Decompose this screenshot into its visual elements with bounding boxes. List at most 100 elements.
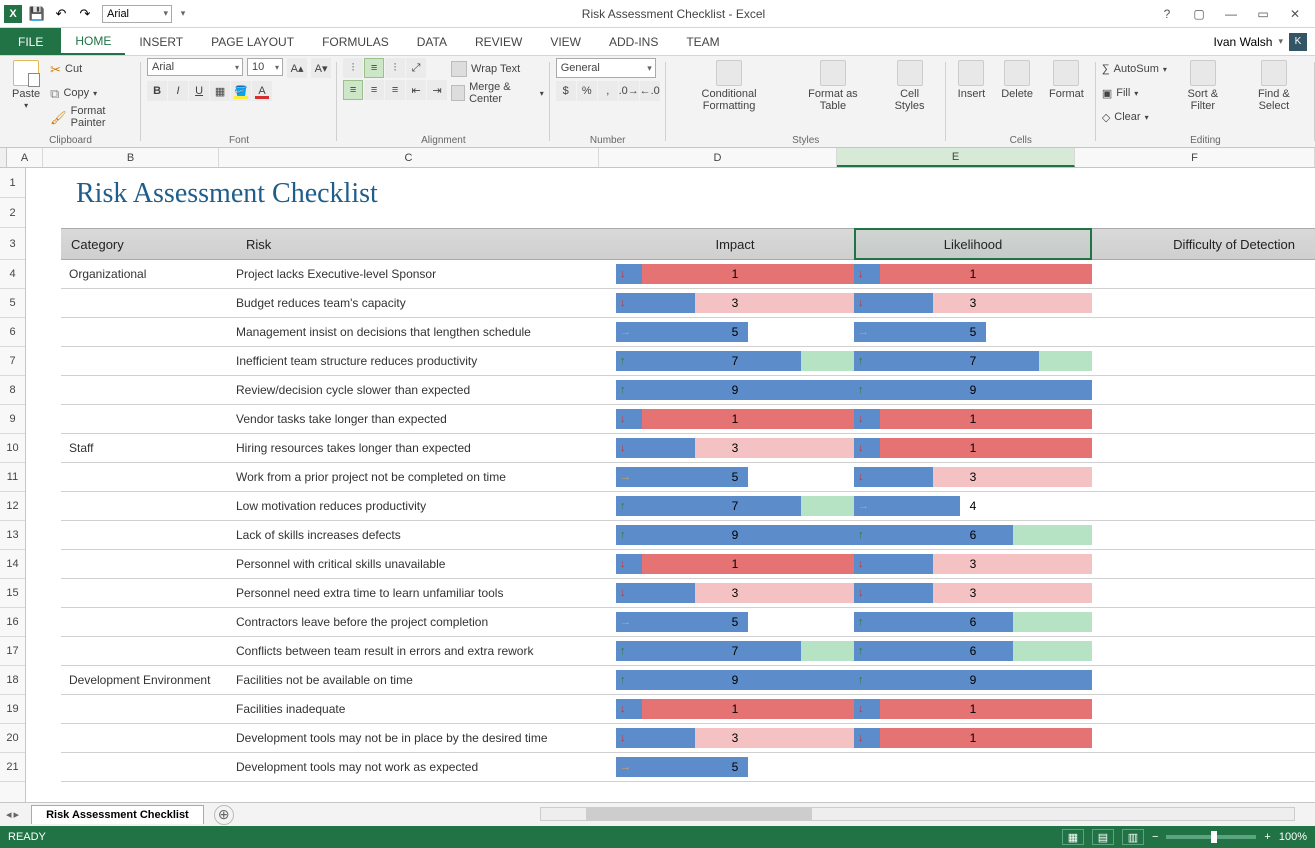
row-header-2[interactable]: 2 xyxy=(0,198,25,228)
clear-button[interactable]: ◇Clear▾ xyxy=(1102,106,1167,128)
cell-risk[interactable]: Inefficient team structure reduces produ… xyxy=(236,354,616,368)
cell-impact[interactable]: ↓3 xyxy=(616,583,854,603)
cell-likelihood[interactable]: ↑7 xyxy=(854,351,1092,371)
table-row[interactable]: Conflicts between team result in errors … xyxy=(61,637,1315,666)
cell-impact[interactable]: →5 xyxy=(616,612,854,632)
cell-impact[interactable]: ↑7 xyxy=(616,496,854,516)
cell-risk[interactable]: Personnel need extra time to learn unfam… xyxy=(236,586,616,600)
cell-impact[interactable]: ↑7 xyxy=(616,641,854,661)
cell-risk[interactable]: Work from a prior project not be complet… xyxy=(236,470,616,484)
tab-view[interactable]: VIEW xyxy=(536,28,595,55)
cell-risk[interactable]: Review/decision cycle slower than expect… xyxy=(236,383,616,397)
table-row[interactable]: OrganizationalProject lacks Executive-le… xyxy=(61,260,1315,289)
table-row[interactable]: Lack of skills increases defects↑9↑6 xyxy=(61,521,1315,550)
cell-likelihood[interactable]: ↓1 xyxy=(854,264,1092,284)
cell-risk[interactable]: Facilities inadequate xyxy=(236,702,616,716)
tab-insert[interactable]: INSERT xyxy=(125,28,197,55)
cell-risk[interactable]: Development tools may not work as expect… xyxy=(236,760,616,774)
cell-likelihood[interactable]: ↓3 xyxy=(854,554,1092,574)
cell-risk[interactable]: Personnel with critical skills unavailab… xyxy=(236,557,616,571)
table-row[interactable]: Facilities inadequate↓1↓1 xyxy=(61,695,1315,724)
cell-likelihood[interactable]: ↑6 xyxy=(854,612,1092,632)
table-row[interactable]: Vendor tasks take longer than expected↓1… xyxy=(61,405,1315,434)
column-header-C[interactable]: C xyxy=(219,148,599,167)
zoom-out-icon[interactable]: − xyxy=(1152,831,1158,843)
row-header-11[interactable]: 11 xyxy=(0,463,25,492)
tab-file[interactable]: FILE xyxy=(0,28,61,55)
cell-impact[interactable]: →5 xyxy=(616,467,854,487)
cell-likelihood[interactable]: →5 xyxy=(854,322,1092,342)
conditional-formatting-button[interactable]: Conditional Formatting xyxy=(672,58,787,114)
cell-category[interactable]: Development Environment xyxy=(61,673,236,687)
new-sheet-button[interactable]: ⊕ xyxy=(214,805,234,825)
cell-impact[interactable]: ↓3 xyxy=(616,438,854,458)
redo-icon[interactable]: ↷ xyxy=(74,3,96,25)
increase-decimal-icon[interactable]: .0→ xyxy=(619,81,639,101)
page-layout-view-icon[interactable]: ▤ xyxy=(1092,829,1114,845)
row-header-13[interactable]: 13 xyxy=(0,521,25,550)
cell-risk[interactable]: Project lacks Executive-level Sponsor xyxy=(236,267,616,281)
cell-risk[interactable]: Budget reduces team's capacity xyxy=(236,296,616,310)
fill-button[interactable]: ▣Fill▾ xyxy=(1102,82,1167,104)
tab-formulas[interactable]: FORMULAS xyxy=(308,28,403,55)
table-row[interactable]: Inefficient team structure reduces produ… xyxy=(61,347,1315,376)
tab-review[interactable]: REVIEW xyxy=(461,28,536,55)
row-header-8[interactable]: 8 xyxy=(0,376,25,405)
help-icon[interactable]: ? xyxy=(1153,3,1181,25)
cell-risk[interactable]: Development tools may not be in place by… xyxy=(236,731,616,745)
tab-addins[interactable]: ADD-INS xyxy=(595,28,672,55)
table-row[interactable]: StaffHiring resources takes longer than … xyxy=(61,434,1315,463)
cell-styles-button[interactable]: Cell Styles xyxy=(879,58,939,114)
row-header-17[interactable]: 17 xyxy=(0,637,25,666)
align-middle-icon[interactable]: ≡ xyxy=(364,58,384,78)
row-header-15[interactable]: 15 xyxy=(0,579,25,608)
comma-icon[interactable]: , xyxy=(598,81,618,101)
align-left-icon[interactable]: ≡ xyxy=(343,80,363,100)
table-row[interactable]: Personnel with critical skills unavailab… xyxy=(61,550,1315,579)
normal-view-icon[interactable]: ▦ xyxy=(1062,829,1084,845)
worksheet-grid[interactable]: 1 2 3 456789101112131415161718192021 Ris… xyxy=(0,168,1315,802)
decrease-decimal-icon[interactable]: ←.0 xyxy=(640,81,660,101)
cell-category[interactable]: Staff xyxy=(61,441,236,455)
cell-likelihood[interactable]: ↓1 xyxy=(854,409,1092,429)
row-header-21[interactable]: 21 xyxy=(0,753,25,782)
number-format-combo[interactable]: General xyxy=(556,58,656,78)
table-row[interactable]: Low motivation reduces productivity↑7→4 xyxy=(61,492,1315,521)
zoom-level[interactable]: 100% xyxy=(1279,831,1307,843)
delete-cells-button[interactable]: Delete xyxy=(995,58,1039,102)
format-painter-button[interactable]: 🖌Format Painter xyxy=(50,106,135,128)
tab-home[interactable]: HOME xyxy=(61,28,125,55)
row-header-20[interactable]: 20 xyxy=(0,724,25,753)
align-bottom-icon[interactable]: ⫶ xyxy=(385,58,405,78)
font-size-combo[interactable]: 10 xyxy=(247,58,283,76)
fill-color-button[interactable]: 🪣 xyxy=(231,81,251,101)
row-header-16[interactable]: 16 xyxy=(0,608,25,637)
format-cells-button[interactable]: Format xyxy=(1043,58,1090,102)
sheet-tab-active[interactable]: Risk Assessment Checklist xyxy=(31,805,204,824)
page-break-view-icon[interactable]: ▥ xyxy=(1122,829,1144,845)
qat-font-combo[interactable]: Arial xyxy=(102,5,172,23)
close-icon[interactable]: ✕ xyxy=(1281,3,1309,25)
table-row[interactable]: Development tools may not be in place by… xyxy=(61,724,1315,753)
table-row[interactable]: Management insist on decisions that leng… xyxy=(61,318,1315,347)
row-header-9[interactable]: 9 xyxy=(0,405,25,434)
cell-impact[interactable]: ↑7 xyxy=(616,351,854,371)
row-header-18[interactable]: 18 xyxy=(0,666,25,695)
cut-button[interactable]: ✂Cut xyxy=(50,58,135,80)
align-top-icon[interactable]: ⫶ xyxy=(343,58,363,78)
qat-customize-icon[interactable]: ▾ xyxy=(172,3,194,25)
cell-likelihood[interactable]: →4 xyxy=(854,496,1092,516)
row-header-3[interactable]: 3 xyxy=(0,228,25,260)
horizontal-scrollbar[interactable] xyxy=(540,807,1295,821)
cell-impact[interactable]: ↓3 xyxy=(616,293,854,313)
find-select-button[interactable]: Find & Select xyxy=(1239,58,1309,114)
row-header-7[interactable]: 7 xyxy=(0,347,25,376)
row-header-10[interactable]: 10 xyxy=(0,434,25,463)
cell-risk[interactable]: Management insist on decisions that leng… xyxy=(236,325,616,339)
sheet-canvas[interactable]: Risk Assessment Checklist Category Risk … xyxy=(26,168,1315,802)
column-header-B[interactable]: B xyxy=(43,148,219,167)
cell-impact[interactable]: ↓1 xyxy=(616,554,854,574)
cell-risk[interactable]: Conflicts between team result in errors … xyxy=(236,644,616,658)
row-header-19[interactable]: 19 xyxy=(0,695,25,724)
row-header-14[interactable]: 14 xyxy=(0,550,25,579)
